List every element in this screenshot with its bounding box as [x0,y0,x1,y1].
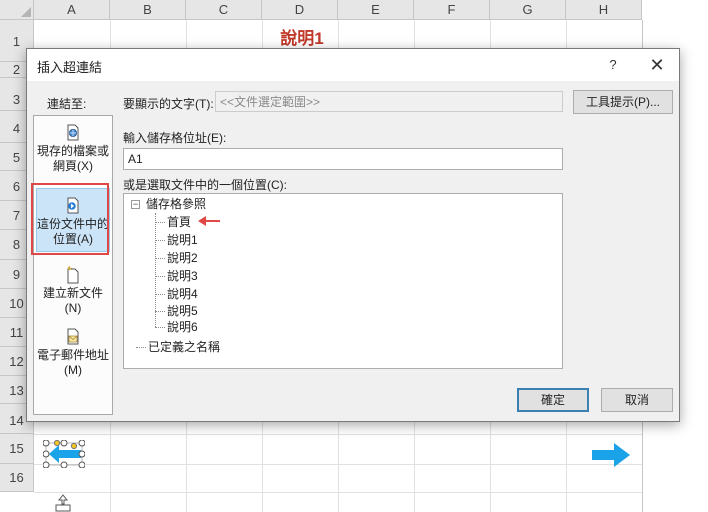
document-place-tree[interactable]: − 儲存格參照 首頁 說明1 說明2 說明3 說明4 說明5 說明6 已定義之名… [123,193,563,369]
tree-guide-line [155,294,165,295]
column-header-g[interactable]: G [490,0,566,20]
column-header-a[interactable]: A [34,0,110,20]
link-to-label: 連結至: [47,97,87,111]
ok-button[interactable]: 確定 [517,388,589,412]
right-arrow-shape[interactable] [592,441,630,469]
grid-line [34,434,642,435]
column-header-h[interactable]: H [566,0,642,20]
tree-node-defined-names[interactable]: 已定義之名稱 [148,339,220,355]
cell-reference-label: 輸入儲存格位址(E): [123,131,227,145]
select-all-corner[interactable] [0,0,34,20]
existing-file-icon [67,124,79,141]
title-cell[interactable]: 說明1 [262,24,342,49]
tree-node-sheet[interactable]: 首頁 [167,214,191,230]
column-header-b[interactable]: B [110,0,186,20]
tree-guide-line [155,222,165,223]
nav-label: 電子郵件地址(M) [36,348,109,377]
tree-node-cell-reference[interactable]: 儲存格參照 [146,196,206,212]
cancel-button[interactable]: 取消 [601,388,673,412]
tree-guide-line [155,327,165,328]
tree-node-sheet[interactable]: 說明5 [167,303,198,319]
tree-node-sheet[interactable]: 說明3 [167,268,198,284]
tree-guide-line [155,276,165,277]
nav-new-document[interactable]: 建立新文件(N) [36,266,110,318]
row-header-16[interactable]: 16 [0,464,34,492]
collapse-icon[interactable]: − [131,200,140,209]
rotate-handle-icon[interactable] [54,494,72,512]
tree-node-sheet[interactable]: 說明6 [167,319,198,335]
new-document-icon [67,266,79,284]
tree-guide-line [155,258,165,259]
selected-arrow-shape[interactable] [43,440,85,468]
tree-node-sheet[interactable]: 說明2 [167,250,198,266]
dialog-title: 插入超連結 [37,60,103,75]
nav-existing-file[interactable]: 現存的檔案或網頁(X) [36,124,110,176]
tree-guide-line [155,213,156,327]
tree-guide-line [136,347,146,348]
annotation-arrow-icon [198,216,220,226]
email-address-icon [67,328,79,345]
grid-line [34,464,642,465]
link-to-panel: 現存的檔案或網頁(X) 這份文件中的位置(A) 建立新文件(N) 電子郵件地址(… [33,115,113,415]
tree-guide-line [155,240,165,241]
tree-node-sheet[interactable]: 說明1 [167,232,198,248]
tree-node-sheet[interactable]: 說明4 [167,286,198,302]
column-header-f[interactable]: F [414,0,490,20]
display-text-field[interactable]: <<文件選定範圍>> [215,91,563,112]
close-button[interactable]: ✕ [645,55,669,75]
nav-label: 現存的檔案或網頁(X) [36,144,109,173]
place-in-document-label: 或是選取文件中的一個位置(C): [123,178,287,192]
display-text-label: 要顯示的文字(T): [123,97,214,111]
row-header-15[interactable]: 15 [0,434,34,464]
screentip-button[interactable]: 工具提示(P)... [573,90,673,114]
dialog-titlebar[interactable]: 插入超連結 ? ✕ [27,49,679,81]
column-header-d[interactable]: D [262,0,338,20]
help-button[interactable]: ? [601,55,625,75]
cell-reference-input[interactable]: A1 [123,148,563,170]
column-header-c[interactable]: C [186,0,262,20]
nav-label: 建立新文件(N) [42,286,103,315]
annotation-highlight-box [31,183,109,255]
tree-guide-line [155,311,165,312]
insert-hyperlink-dialog: 插入超連結 ? ✕ 連結至: 現存的檔案或網頁(X) 這份文件中的位置(A) 建… [26,48,680,422]
grid-line [34,492,642,493]
column-header-e[interactable]: E [338,0,414,20]
nav-email-address[interactable]: 電子郵件地址(M) [36,328,110,380]
